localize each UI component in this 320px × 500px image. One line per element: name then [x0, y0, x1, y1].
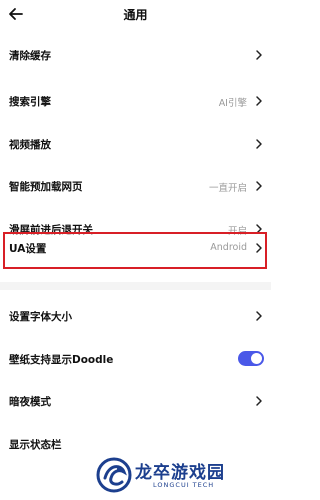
section-divider: [0, 282, 271, 290]
chevron-right-icon: [256, 96, 262, 106]
chevron-right-icon: [256, 181, 262, 191]
settings-row-status-bar[interactable]: 显示状态栏: [0, 434, 271, 454]
settings-row-video-playback[interactable]: 视频播放: [0, 134, 271, 154]
row-value: 一直开启: [208, 183, 247, 194]
page-title: 通用: [123, 8, 148, 22]
top-bar: 通用: [0, 0, 271, 30]
site-watermark: 龙卒游戏园 LONGCUI TECH: [95, 454, 265, 496]
settings-row-dark-mode[interactable]: 暗夜模式: [0, 391, 271, 411]
chevron-right-icon: [256, 50, 262, 60]
row-value: Android: [210, 242, 247, 253]
row-label: 视频播放: [9, 139, 51, 151]
row-label: 壁纸支持显示Doodle: [9, 354, 114, 366]
row-label: 暗夜模式: [9, 396, 51, 408]
row-label: 搜索引擎: [9, 96, 51, 108]
watermark-subtitle: LONGCUI TECH: [153, 481, 215, 489]
settings-row-smart-preload[interactable]: 智能预加载网页 一直开启: [0, 176, 271, 196]
settings-row-font-size[interactable]: 设置字体大小: [0, 306, 271, 326]
toggle-knob: [251, 353, 262, 364]
doodle-toggle[interactable]: [238, 351, 264, 366]
row-label: 智能预加载网页: [9, 181, 83, 193]
chevron-right-icon: [256, 311, 262, 321]
row-value: AI引擎: [218, 98, 247, 109]
row-label: 清除缓存: [9, 50, 51, 62]
watermark-title: 龙卒游戏园: [135, 463, 225, 483]
row-label: 设置字体大小: [9, 311, 72, 323]
settings-row-search-engine[interactable]: 搜索引擎 AI引擎: [0, 91, 271, 111]
row-label: UA设置: [9, 243, 47, 255]
chevron-right-icon: [256, 139, 262, 149]
chevron-right-icon: [256, 243, 262, 253]
chevron-right-icon: [256, 396, 262, 406]
settings-row-ua[interactable]: UA设置 Android: [0, 238, 271, 258]
dragon-logo-icon: [96, 457, 132, 493]
general-settings-screen: 通用 清除缓存 搜索引擎 AI引擎 视频播放 智能预加载网页 一直开启 滑屏前进…: [0, 0, 271, 500]
row-label: 显示状态栏: [9, 439, 62, 451]
settings-row-clear-cache[interactable]: 清除缓存: [0, 45, 271, 65]
settings-row-wallpaper-doodle: 壁纸支持显示Doodle: [0, 349, 271, 369]
